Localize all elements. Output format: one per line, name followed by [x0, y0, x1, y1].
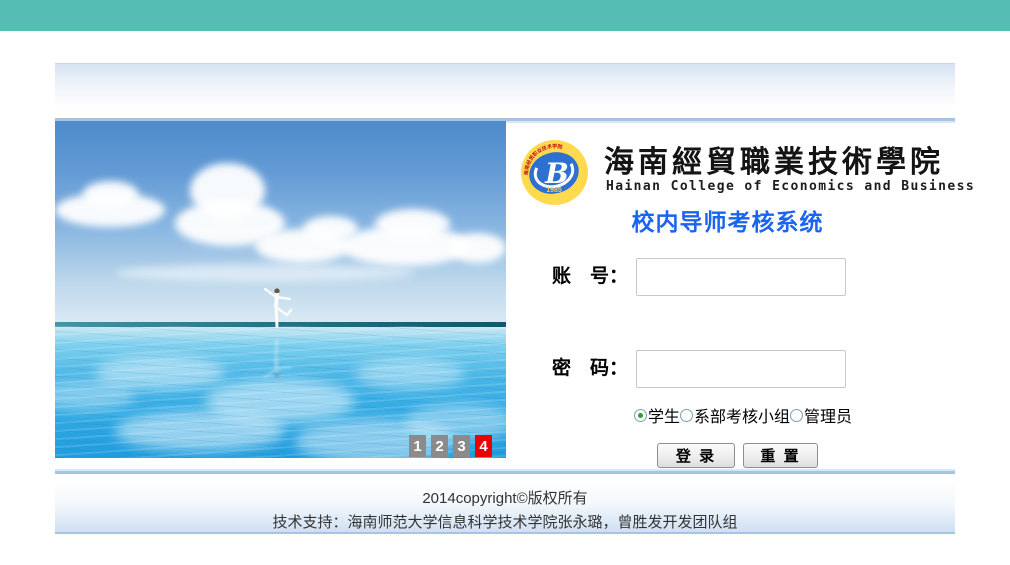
- radio-icon[interactable]: [634, 409, 647, 422]
- carousel-page-2[interactable]: 2: [431, 435, 448, 457]
- login-button[interactable]: 登 录: [657, 443, 735, 468]
- role-radio-1[interactable]: 系部考核小组: [680, 403, 790, 427]
- logo-year: 1985: [546, 187, 562, 194]
- role-radio-label: 管理员: [804, 403, 852, 427]
- yoga-figure-icon: [260, 286, 294, 328]
- cloud-shape: [115, 264, 415, 282]
- top-teal-bar: [0, 0, 1010, 31]
- carousel-page-4[interactable]: 4: [475, 435, 492, 457]
- carousel-photo: 1234: [55, 121, 506, 458]
- carousel-pagination: 1234: [409, 435, 492, 457]
- role-radio-group: 学生系部考核小组管理员: [634, 405, 852, 425]
- carousel-page-1[interactable]: 1: [409, 435, 426, 457]
- password-label: 密 码：: [552, 350, 636, 388]
- carousel-page-3[interactable]: 3: [453, 435, 470, 457]
- logo-letter: B: [544, 157, 569, 190]
- role-radio-label: 学生: [648, 403, 680, 427]
- role-radio-2[interactable]: 管理员: [790, 403, 852, 427]
- password-input[interactable]: [636, 350, 846, 388]
- role-radio-label: 系部考核小组: [694, 403, 790, 427]
- radio-icon[interactable]: [790, 409, 803, 422]
- yoga-figure-reflection: [260, 328, 294, 380]
- footer: 2014copyright©版权所有 技术支持：海南师范大学信息科学技术学院张永…: [55, 480, 955, 534]
- radio-icon[interactable]: [680, 409, 693, 422]
- cloud-shape: [375, 209, 450, 239]
- main-panel: 1234 海南经贸职业技术学院 B 1985 海南經貿職業技術學院 Hainan…: [55, 118, 955, 474]
- reset-button[interactable]: 重 置: [743, 443, 818, 468]
- cloud-shape: [450, 233, 506, 263]
- header-gradient-band: [55, 63, 955, 108]
- college-logo: 海南经贸职业技术学院 B 1985: [520, 139, 589, 206]
- footer-copyright: 2014copyright©版权所有: [55, 480, 955, 508]
- footer-support: 技术支持：海南师范大学信息科学技术学院张永璐，曾胜发开发团队组: [55, 511, 955, 532]
- college-name-zh: 海南經貿職業技術學院: [604, 137, 954, 181]
- account-label: 账 号：: [552, 258, 636, 296]
- college-name-en: Hainan College of Economics and Business: [606, 179, 956, 194]
- account-input[interactable]: [636, 258, 846, 296]
- cloud-shape: [83, 181, 138, 207]
- system-title: 校内导师考核系统: [535, 203, 920, 237]
- role-radio-0[interactable]: 学生: [634, 403, 680, 427]
